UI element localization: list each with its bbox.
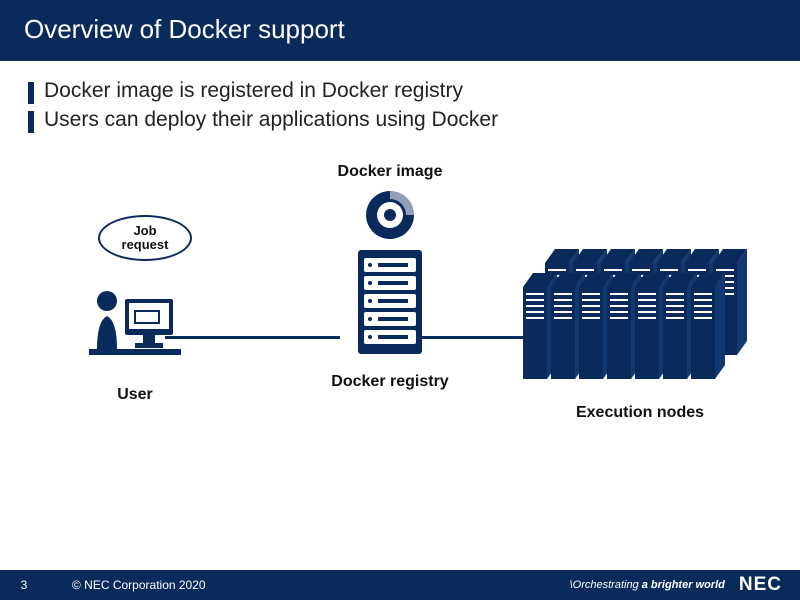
docker-image-label: Docker image [310,163,470,181]
user-at-computer-icon [85,271,185,371]
bullet-mark-icon [28,111,34,133]
registry-label: Docker registry [310,373,470,391]
server-rack-icon [352,248,428,358]
user-node: User [70,271,200,404]
job-request-callout: Job request [98,215,192,261]
registry-node: Docker image Docke [310,163,470,391]
page-number: 3 [0,578,48,592]
nec-logo: NEC [739,574,800,596]
user-label: User [70,386,200,404]
bullet-item: Users can deploy their applications usin… [28,108,772,133]
bullet-item: Docker image is registered in Docker reg… [28,79,772,104]
server-cluster-icon [515,249,765,389]
footer-bar: 3 © NEC Corporation 2020 \Orchestrating … [0,570,800,600]
slide-title: Overview of Docker support [24,14,345,44]
tagline-suffix: a brighter world [639,579,725,591]
tagline: \Orchestrating a brighter world [570,579,725,591]
exec-nodes-label: Execution nodes [510,404,770,422]
disc-icon [362,187,418,243]
bullet-text: Users can deploy their applications usin… [44,108,498,132]
bullet-mark-icon [28,82,34,104]
bullet-list: Docker image is registered in Docker reg… [0,61,800,133]
job-request-text: Job request [122,224,169,253]
copyright-text: © NEC Corporation 2020 [48,578,570,592]
bullet-text: Docker image is registered in Docker reg… [44,79,463,103]
slide-title-bar: Overview of Docker support [0,0,800,61]
tagline-prefix: \Orchestrating [570,579,639,591]
architecture-diagram: Job request User Docker image [0,153,800,513]
execution-nodes: Execution nodes [510,249,770,422]
